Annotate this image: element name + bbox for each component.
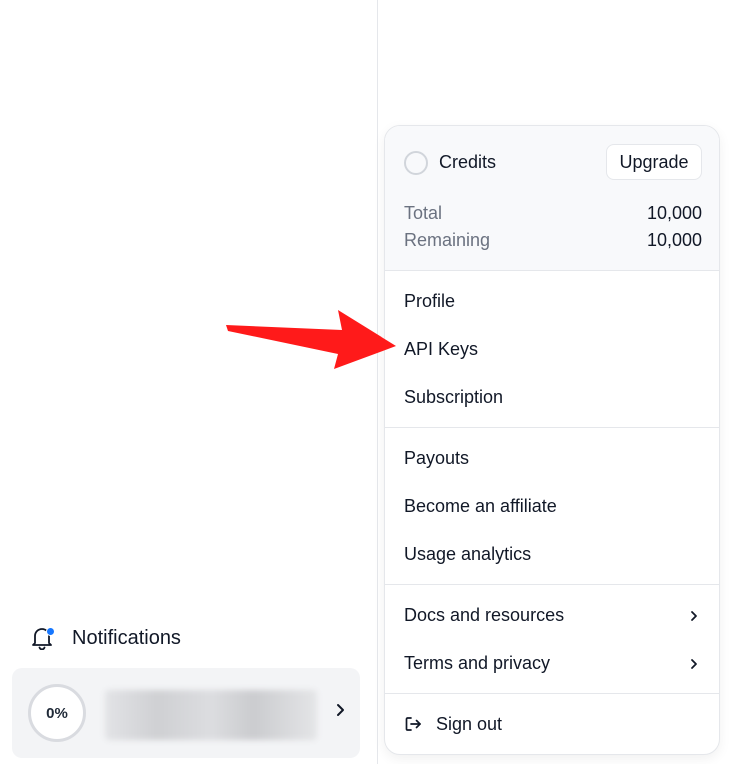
remaining-value: 10,000 — [646, 230, 702, 250]
menu-item-label: API Keys — [404, 338, 479, 359]
credits-progress-icon — [404, 151, 428, 175]
remaining-label: Remaining — [404, 230, 491, 250]
usage-card[interactable]: 0% — [12, 668, 360, 758]
usage-progress-ring: 0% — [28, 684, 86, 742]
notifications-button[interactable]: Notifications — [28, 620, 181, 656]
menu-item-usage-analytics[interactable]: Usage analytics — [385, 534, 719, 574]
credits-title: Credits — [439, 152, 497, 172]
upgrade-button[interactable]: Upgrade — [606, 144, 702, 180]
menu-item-payouts[interactable]: Payouts — [385, 438, 719, 478]
credits-total-row: Total 10,000 — [404, 203, 702, 224]
menu-separator — [385, 427, 719, 428]
menu-item-label: Payouts — [404, 447, 470, 468]
menu-item-terms-privacy[interactable]: Terms and privacy — [385, 643, 719, 683]
menu-separator — [385, 693, 719, 694]
menu-separator — [385, 584, 719, 585]
total-label: Total — [404, 203, 443, 223]
blurred-account-info — [105, 690, 317, 740]
sign-out-label: Sign out — [436, 713, 503, 734]
menu-item-label: Subscription — [404, 386, 504, 407]
menu-item-label: Docs and resources — [404, 604, 565, 625]
chevron-right-icon — [689, 607, 699, 628]
usage-percent: 0% — [46, 704, 68, 722]
menu-item-label: Terms and privacy — [404, 652, 551, 673]
menu-item-profile[interactable]: Profile — [385, 281, 719, 321]
total-value: 10,000 — [646, 203, 702, 223]
chevron-right-icon — [689, 655, 699, 676]
menu-item-docs-resources[interactable]: Docs and resources — [385, 595, 719, 635]
credits-panel: Credits Upgrade Total 10,000 Remaining 1… — [385, 126, 719, 271]
notification-dot — [46, 627, 55, 636]
menu-item-label: Usage analytics — [404, 543, 532, 564]
menu-item-become-affiliate[interactable]: Become an affiliate — [385, 486, 719, 526]
menu-item-api-keys[interactable]: API Keys — [385, 329, 719, 369]
notifications-label: Notifications — [72, 626, 181, 649]
credits-remaining-row: Remaining 10,000 — [404, 230, 702, 251]
sign-out-button[interactable]: Sign out — [385, 704, 719, 744]
chevron-right-icon — [334, 702, 346, 723]
red-arrow-annotation — [226, 310, 396, 369]
account-dropdown-menu: Credits Upgrade Total 10,000 Remaining 1… — [384, 125, 720, 755]
menu-item-label: Profile — [404, 290, 456, 311]
bell-icon — [28, 624, 56, 652]
menu-item-label: Become an affiliate — [404, 495, 557, 516]
sign-out-icon — [404, 715, 422, 733]
menu-item-subscription[interactable]: Subscription — [385, 377, 719, 417]
sidebar-divider — [377, 0, 378, 764]
